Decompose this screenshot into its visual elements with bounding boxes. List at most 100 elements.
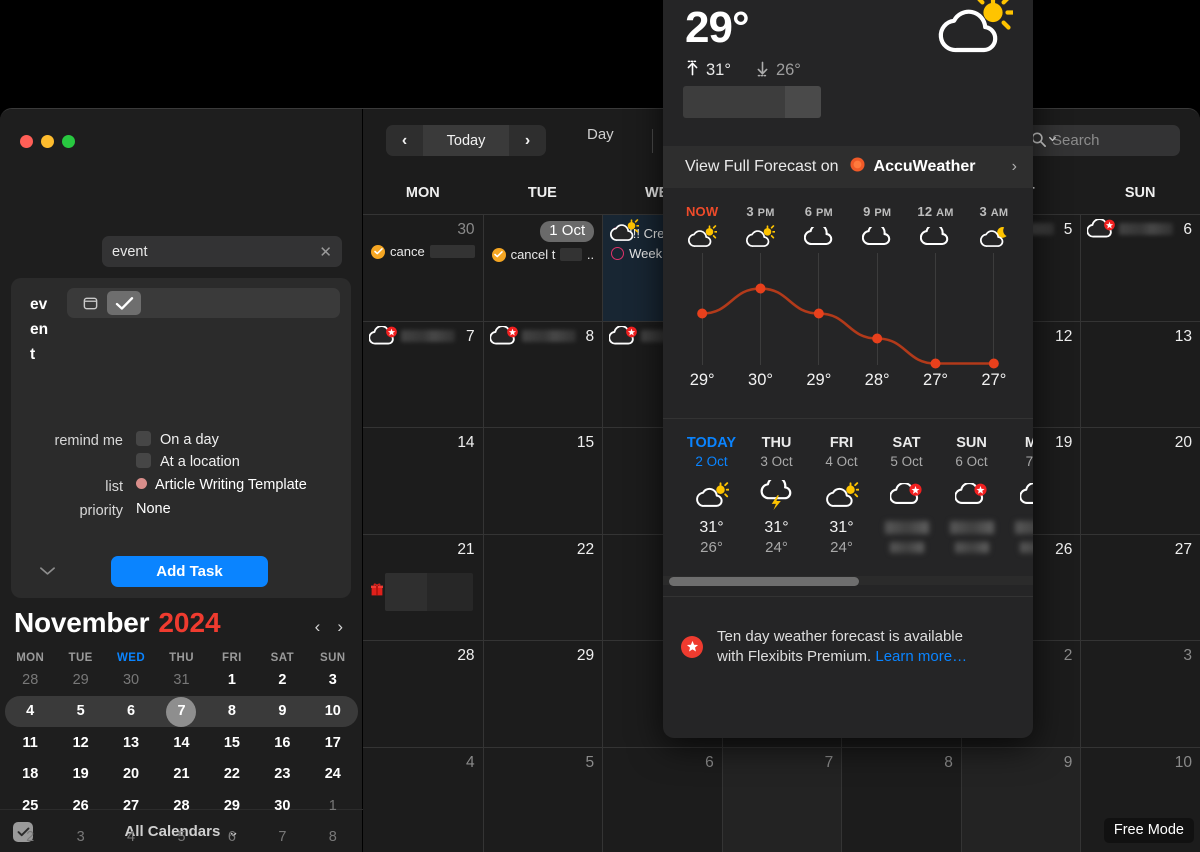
- add-task-button[interactable]: Add Task: [111, 556, 268, 587]
- daily-scrollbar[interactable]: [663, 576, 1033, 588]
- mini-day[interactable]: 6: [207, 829, 257, 845]
- calendar-day-cell[interactable]: 6: [1080, 215, 1200, 321]
- calendar-day-cell[interactable]: 7: [722, 748, 842, 852]
- mini-day[interactable]: 11: [5, 735, 55, 751]
- mini-day[interactable]: 17: [308, 735, 358, 751]
- calendar-day-cell[interactable]: 14: [363, 428, 483, 534]
- calendar-event[interactable]: cance: [363, 244, 475, 259]
- task-complete-icon[interactable]: [371, 245, 385, 259]
- mini-day[interactable]: 18: [5, 766, 55, 782]
- mini-day[interactable]: 5: [156, 829, 206, 845]
- mini-day[interactable]: 26: [55, 798, 105, 814]
- remind-on-a-day-checkbox[interactable]: [136, 431, 151, 446]
- mini-day[interactable]: 21: [156, 766, 206, 782]
- mini-day[interactable]: 22: [207, 766, 257, 782]
- mini-day[interactable]: 1: [308, 798, 358, 814]
- quick-entry-type-toggle[interactable]: [67, 288, 340, 318]
- chevron-left-icon[interactable]: ‹: [315, 617, 321, 637]
- remind-at-location-checkbox[interactable]: [136, 453, 151, 468]
- calendar-event[interactable]: cancel t..: [484, 247, 595, 262]
- calendar-day-cell[interactable]: 28: [363, 641, 483, 747]
- daily-scrollbar-thumb[interactable]: [669, 577, 859, 586]
- calendar-search-input[interactable]: Search: [1024, 125, 1180, 156]
- mini-day[interactable]: 8: [308, 829, 358, 845]
- mini-day[interactable]: 20: [106, 766, 156, 782]
- view-selector[interactable]: Day: [587, 126, 614, 143]
- checkmark-icon[interactable]: [107, 291, 141, 315]
- calendar-day-cell[interactable]: 9: [961, 748, 1081, 852]
- mini-day[interactable]: 10: [308, 703, 358, 719]
- mini-day[interactable]: 7: [257, 829, 307, 845]
- mini-day[interactable]: 15: [207, 735, 257, 751]
- mini-day[interactable]: 4: [106, 829, 156, 845]
- calendar-day-cell[interactable]: 8: [841, 748, 961, 852]
- priority-value[interactable]: None: [136, 501, 171, 517]
- mini-day[interactable]: 4: [5, 703, 55, 719]
- mini-day[interactable]: 25: [5, 798, 55, 814]
- calendar-day-cell[interactable]: 30cance: [363, 215, 483, 321]
- mini-day[interactable]: 1: [207, 672, 257, 688]
- calendar-day-cell[interactable]: 21: [363, 535, 483, 641]
- mini-day[interactable]: 28: [156, 798, 206, 814]
- close-button[interactable]: [20, 135, 33, 148]
- view-full-forecast-link[interactable]: View Full Forecast on AccuWeather ›: [663, 146, 1033, 188]
- calendar-day-cell[interactable]: 22: [483, 535, 603, 641]
- mini-day[interactable]: 24: [308, 766, 358, 782]
- mini-day[interactable]: 2: [5, 829, 55, 845]
- sidebar-search-input[interactable]: event ✕: [102, 236, 342, 267]
- mini-day[interactable]: 19: [55, 766, 105, 782]
- mini-day[interactable]: 16: [257, 735, 307, 751]
- mini-day[interactable]: 28: [5, 672, 55, 688]
- mini-day[interactable]: 31: [156, 672, 206, 688]
- chevron-right-icon[interactable]: ›: [509, 125, 546, 156]
- calendar-day-cell[interactable]: 6: [602, 748, 722, 852]
- clear-search-icon[interactable]: ✕: [319, 243, 332, 261]
- calendar-day-cell[interactable]: 20: [1080, 428, 1200, 534]
- remind-at-location-option[interactable]: At a location: [136, 453, 240, 470]
- mini-day[interactable]: 23: [257, 766, 307, 782]
- event-icon[interactable]: [73, 291, 107, 315]
- mini-day[interactable]: 6: [106, 703, 156, 719]
- mini-day[interactable]: 12: [55, 735, 105, 751]
- chevron-down-icon[interactable]: [35, 561, 59, 581]
- today-button[interactable]: Today: [423, 125, 509, 156]
- learn-more-link[interactable]: Learn more…: [875, 648, 967, 665]
- mini-day[interactable]: 2: [257, 672, 307, 688]
- calendar-day-cell[interactable]: 27: [1080, 535, 1200, 641]
- mini-day[interactable]: 14: [156, 735, 206, 751]
- calendar-day-cell[interactable]: 29: [483, 641, 603, 747]
- calendar-day-cell[interactable]: 1 Octcancel t..: [483, 215, 603, 321]
- list-value-wrap[interactable]: Article Writing Template: [136, 477, 307, 493]
- task-complete-icon[interactable]: [492, 248, 506, 262]
- calendar-day-cell[interactable]: 8: [483, 322, 603, 428]
- chevron-left-icon[interactable]: ‹: [386, 125, 423, 156]
- calendar-day-cell[interactable]: 5: [483, 748, 603, 852]
- daily-forecast-column[interactable]: SUN6 Oct: [939, 435, 1004, 556]
- daily-forecast-column[interactable]: FRI4 Oct 31°24°: [809, 435, 874, 556]
- mini-day[interactable]: 30: [106, 672, 156, 688]
- calendar-day-cell[interactable]: 7: [363, 322, 483, 428]
- mini-day[interactable]: 3: [308, 672, 358, 688]
- mini-day[interactable]: 13: [106, 735, 156, 751]
- daily-forecast-column[interactable]: SAT5 Oct: [874, 435, 939, 556]
- mini-day[interactable]: 30: [257, 798, 307, 814]
- mini-day-today[interactable]: 7: [156, 703, 206, 719]
- mini-day[interactable]: 29: [207, 798, 257, 814]
- zoom-button[interactable]: [62, 135, 75, 148]
- calendar-day-cell[interactable]: 15: [483, 428, 603, 534]
- calendar-day-cell[interactable]: 4: [363, 748, 483, 852]
- remind-on-a-day-option[interactable]: On a day: [136, 431, 240, 448]
- mini-day[interactable]: 5: [55, 703, 105, 719]
- calendar-day-cell[interactable]: 13: [1080, 322, 1200, 428]
- calendar-day-cell[interactable]: 3: [1080, 641, 1200, 747]
- daily-forecast-column[interactable]: MO7 O: [1004, 435, 1033, 556]
- mini-day[interactable]: 29: [55, 672, 105, 688]
- mini-day[interactable]: 27: [106, 798, 156, 814]
- daily-forecast-column[interactable]: TODAY2 Oct 31°26°: [679, 435, 744, 556]
- mini-day[interactable]: 9: [257, 703, 307, 719]
- mini-day[interactable]: 8: [207, 703, 257, 719]
- chevron-right-icon[interactable]: ›: [337, 617, 343, 637]
- mini-day[interactable]: 3: [55, 829, 105, 845]
- task-incomplete-icon[interactable]: [611, 247, 624, 260]
- daily-forecast-column[interactable]: THU3 Oct 31°24°: [744, 435, 809, 556]
